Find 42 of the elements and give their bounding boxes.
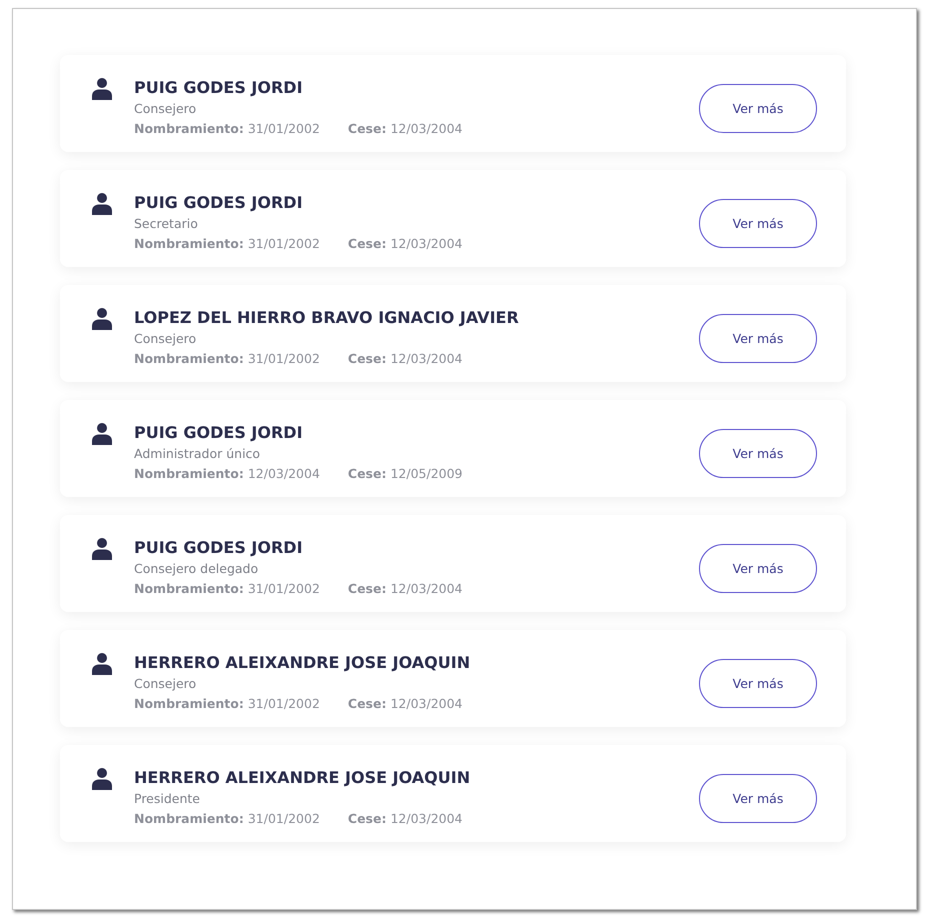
person-icon — [92, 308, 112, 330]
cessation-date: Cese: 12/03/2004 — [348, 580, 463, 598]
person-icon — [92, 538, 112, 560]
appointment-date: Nombramiento: 31/01/2002 — [134, 235, 320, 253]
person-name: HERRERO ALEIXANDRE JOSE JOAQUIN — [134, 767, 472, 789]
person-name: LOPEZ DEL HIERRO BRAVO IGNACIO JAVIER — [134, 307, 520, 329]
role-text: Secretario — [134, 215, 199, 233]
view-more-button[interactable]: Ver más — [699, 544, 817, 592]
person-icon — [92, 193, 112, 215]
person-icon — [92, 653, 112, 675]
view-more-button[interactable]: Ver más — [699, 314, 817, 362]
view-more-button[interactable]: Ver más — [699, 658, 817, 708]
role-text: Consejero — [134, 675, 198, 693]
cessation-date: Cese: 12/03/2004 — [348, 120, 463, 138]
view-more-button[interactable]: Ver más — [699, 198, 817, 248]
view-more-button[interactable]: Ver más — [699, 428, 817, 478]
appointment-date: Nombramiento: 12/03/2004 — [134, 465, 320, 483]
role-text: Consejero — [134, 330, 198, 348]
role-text: Administrador único — [134, 445, 262, 463]
role-text: Consejero — [134, 100, 198, 118]
person-name: PUIG GODES JORDI — [134, 422, 304, 444]
cessation-date: Cese: 12/03/2004 — [348, 235, 463, 253]
cessation-date: Cese: 12/03/2004 — [348, 695, 463, 713]
person-name: PUIG GODES JORDI — [134, 77, 304, 99]
appointment-date: Nombramiento: 31/01/2002 — [134, 810, 320, 828]
role-text: Consejero delegado — [134, 560, 260, 578]
person-icon — [92, 423, 112, 445]
cessation-date: Cese: 12/05/2009 — [348, 465, 463, 483]
view-more-button[interactable]: Ver más — [699, 84, 817, 132]
cessation-date: Cese: 12/03/2004 — [348, 810, 463, 828]
person-name: PUIG GODES JORDI — [134, 537, 304, 559]
appointment-date: Nombramiento: 31/01/2002 — [134, 350, 320, 368]
person-name: PUIG GODES JORDI — [134, 192, 304, 214]
person-icon — [92, 78, 112, 100]
appointment-date: Nombramiento: 31/01/2002 — [134, 120, 320, 138]
appointment-date: Nombramiento: 31/01/2002 — [134, 580, 320, 598]
role-text: Presidente — [134, 790, 201, 808]
cessation-date: Cese: 12/03/2004 — [348, 350, 463, 368]
person-icon — [92, 768, 112, 790]
appointment-date: Nombramiento: 31/01/2002 — [134, 695, 320, 713]
person-name: HERRERO ALEIXANDRE JOSE JOAQUIN — [134, 652, 472, 674]
view-more-button[interactable]: Ver más — [699, 774, 817, 822]
